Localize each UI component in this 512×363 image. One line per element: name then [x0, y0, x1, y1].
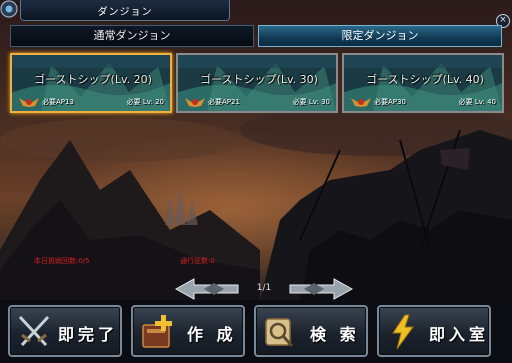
- daily-attempts-text: 本日挑戦回数:0/5: [34, 257, 90, 265]
- instant-complete-button[interactable]: 即完了: [8, 305, 122, 357]
- button-label: 即入室: [429, 325, 490, 344]
- button-label: 作 成: [187, 325, 237, 344]
- button-label: 即完了: [58, 325, 119, 344]
- dungeon-card-lv40[interactable]: ゴーストシップ(Lv. 40) 必要AP30 必要 Lv: 40: [342, 53, 504, 113]
- instant-enter-button[interactable]: 即入室: [377, 305, 491, 357]
- winged-emblem-icon: [351, 98, 371, 107]
- title-tab: ダンジョン: [20, 0, 230, 21]
- dungeon-name: ゴーストシップ(Lv. 30): [200, 73, 318, 86]
- winged-emblem-icon: [185, 98, 205, 107]
- window-title: ダンジョン: [97, 7, 153, 18]
- spellbook-plus-icon: [142, 315, 172, 348]
- tab-limited-dungeon[interactable]: 限定ダンジョン: [258, 25, 502, 47]
- required-ap: 必要AP13: [42, 98, 74, 106]
- dungeon-name: ゴーストシップ(Lv. 40): [366, 73, 484, 86]
- title-bar: ダンジョン ×: [0, 0, 512, 28]
- lightning-icon: [392, 314, 414, 350]
- dungeon-card-lv20[interactable]: ゴーストシップ(Lv. 20) 必要AP13 必要 Lv: 20: [10, 53, 172, 113]
- required-level: 必要 Lv: 40: [458, 98, 496, 106]
- dungeon-name: ゴーストシップ(Lv. 20): [34, 73, 152, 86]
- pass-count-text: 通行証数:0: [180, 257, 215, 265]
- dungeon-card-lv30[interactable]: ゴーストシップ(Lv. 30) 必要AP21 必要 Lv: 30: [176, 53, 338, 113]
- required-ap: 必要AP21: [208, 98, 240, 106]
- tab-normal-dungeon[interactable]: 通常ダンジョン: [10, 25, 254, 47]
- search-button[interactable]: 検 索: [254, 305, 368, 357]
- crossed-swords-icon: [18, 315, 50, 347]
- dungeon-window: ダンジョン × 通常ダンジョン 限定ダンジョン ゴーストシップ(Lv. 20) …: [0, 0, 512, 363]
- create-button[interactable]: 作 成: [131, 305, 245, 357]
- page-indicator: 1/1: [256, 283, 272, 293]
- required-level: 必要 Lv: 30: [292, 98, 330, 106]
- next-page-arrow-icon[interactable]: [286, 277, 354, 301]
- scroll-magnifier-icon: [265, 318, 294, 348]
- required-level: 必要 Lv: 20: [126, 98, 164, 106]
- button-label: 検 索: [310, 325, 360, 344]
- required-ap: 必要AP30: [374, 98, 406, 106]
- prev-page-arrow-icon[interactable]: [174, 277, 242, 301]
- winged-emblem-icon: [19, 98, 39, 107]
